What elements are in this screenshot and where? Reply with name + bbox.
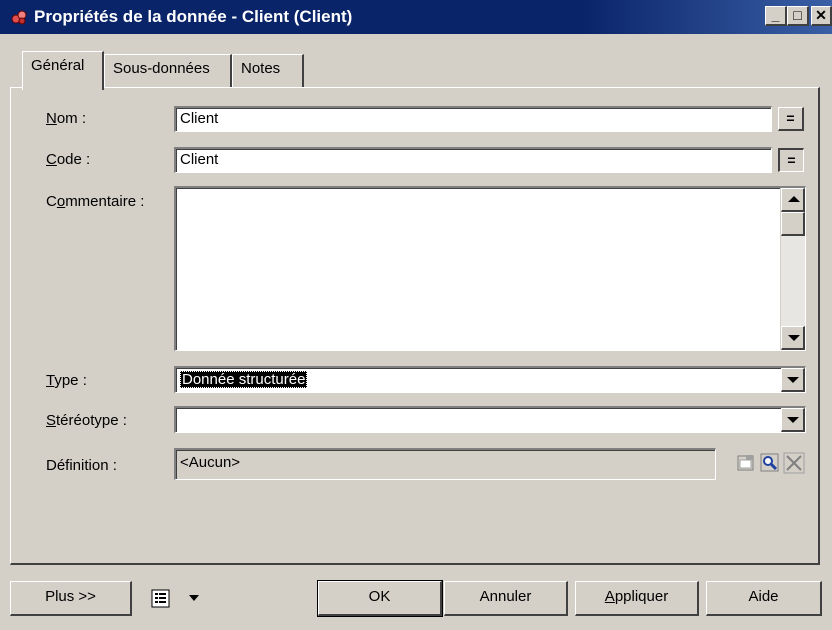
close-button[interactable]: ✕ — [811, 6, 832, 26]
properties-icon — [734, 451, 758, 475]
chevron-down-icon — [787, 417, 799, 423]
type-selected-value: Donnée structurée — [180, 371, 308, 388]
tab-sous-donnees[interactable]: Sous-données — [104, 54, 232, 88]
clear-icon — [782, 451, 806, 475]
data-properties-icon — [10, 8, 28, 26]
tab-notes-label: Notes — [241, 60, 281, 77]
find-icon — [758, 451, 782, 475]
code-input[interactable]: Client — [174, 147, 772, 173]
maximize-button[interactable]: □ — [787, 6, 809, 26]
tab-general[interactable]: Général — [22, 51, 104, 90]
nom-input[interactable]: Client — [174, 106, 772, 132]
nom-label: Nom : — [46, 110, 87, 127]
minimize-button[interactable]: _ — [765, 6, 787, 26]
aide-button[interactable]: Aide — [706, 581, 822, 616]
commentaire-value — [176, 188, 805, 192]
title-bar[interactable]: Propriétés de la donnée - Client (Client… — [0, 0, 832, 34]
nom-code-sync-button[interactable]: = — [778, 107, 804, 131]
type-select[interactable]: Donnée structurée — [174, 366, 806, 393]
stereotype-select[interactable] — [174, 406, 806, 433]
ok-button[interactable]: OK — [317, 580, 443, 617]
type-dropdown-button[interactable] — [781, 368, 805, 392]
list-menu-icon — [151, 589, 171, 620]
scroll-thumb[interactable] — [781, 212, 805, 236]
chevron-down-icon — [787, 377, 799, 383]
commentaire-label: Commentaire : — [46, 193, 145, 210]
code-label: Code : — [46, 151, 91, 168]
tab-sous-donnees-label: Sous-données — [113, 60, 210, 77]
definition-label: Définition : — [46, 457, 117, 474]
commentaire-textarea[interactable] — [174, 186, 806, 351]
definition-field: <Aucun> — [174, 448, 716, 480]
chevron-up-icon — [788, 196, 800, 202]
chevron-down-icon — [189, 595, 199, 601]
appliquer-button[interactable]: Appliquer — [575, 581, 699, 616]
find-button[interactable] — [758, 451, 782, 475]
code-name-sync-button[interactable]: = — [778, 148, 804, 172]
commentaire-scrollbar[interactable] — [780, 188, 805, 350]
scroll-up-button[interactable] — [781, 188, 805, 212]
properties-dialog: Propriétés de la donnée - Client (Client… — [0, 0, 832, 630]
tab-notes[interactable]: Notes — [232, 54, 304, 88]
appliquer-label: ppliquer — [614, 588, 669, 605]
type-label: Type : — [46, 372, 87, 389]
clear-button[interactable] — [782, 451, 806, 475]
stereotype-dropdown-button[interactable] — [781, 408, 805, 432]
window-title: Propriétés de la donnée - Client (Client… — [34, 7, 353, 26]
tab-general-label: Général — [31, 57, 85, 74]
chevron-down-icon — [788, 335, 800, 341]
scroll-down-button[interactable] — [781, 326, 805, 350]
properties-button[interactable] — [734, 451, 758, 475]
annuler-button[interactable]: Annuler — [444, 581, 568, 616]
plus-button[interactable]: Plus >> — [10, 581, 132, 616]
list-menu-button[interactable] — [143, 581, 211, 616]
stereotype-label: Stéréotype : — [46, 412, 127, 429]
appliquer-mnemonic: A — [604, 588, 615, 605]
